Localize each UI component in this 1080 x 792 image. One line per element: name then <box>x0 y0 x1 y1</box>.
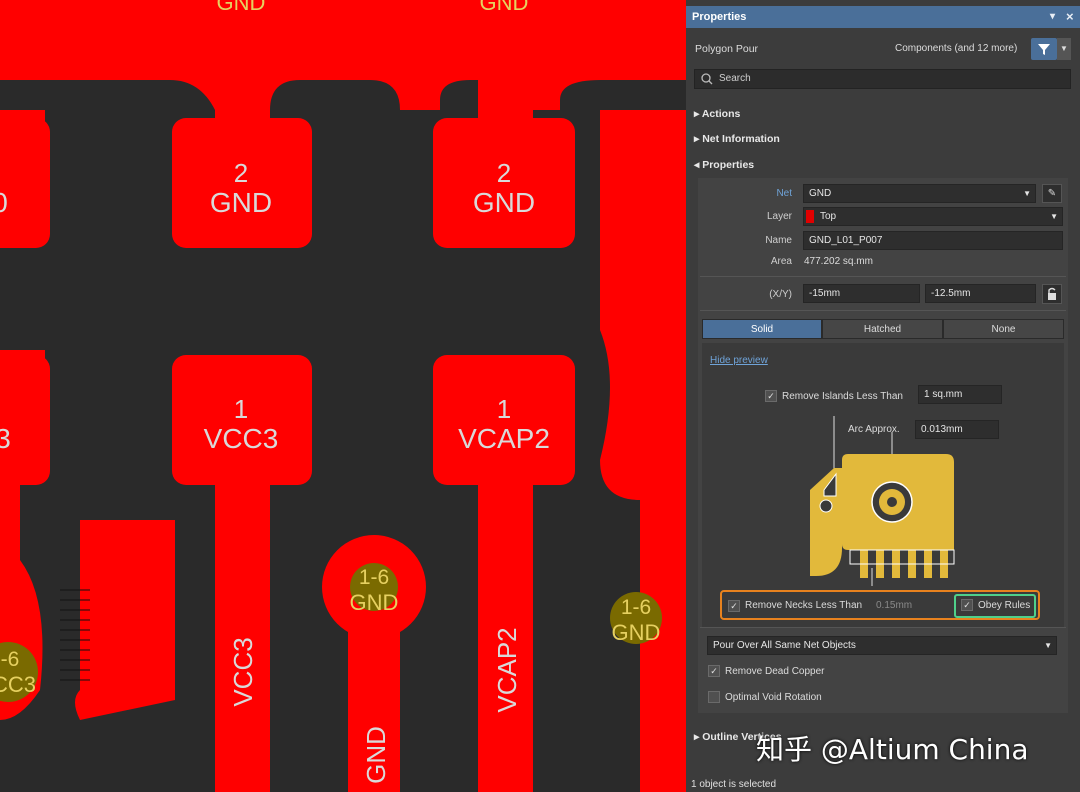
chevron-down-icon: ▼ <box>1050 212 1058 221</box>
area-label: Area <box>770 256 792 267</box>
pour-right-column <box>600 110 686 792</box>
remove-necks-label: Remove Necks Less Than <box>745 600 863 611</box>
remove-islands-field[interactable]: 1 sq.mm <box>918 385 1002 404</box>
layer-select[interactable]: Top ▼ <box>803 207 1063 226</box>
net-select[interactable]: GND ▼ <box>803 184 1036 203</box>
close-icon[interactable]: × <box>1066 6 1074 28</box>
search-placeholder: Search <box>719 73 751 84</box>
funnel-icon <box>1038 44 1050 55</box>
left-edge-label-2: 3 <box>0 423 11 454</box>
optimal-void-rotation-label: Optimal Void Rotation <box>725 692 822 703</box>
chevron-down-icon: ▼ <box>1044 641 1052 650</box>
trace-vcc3[interactable] <box>215 480 270 792</box>
status-text: 1 object is selected <box>691 779 777 790</box>
section-properties[interactable]: ◂ Properties <box>694 159 754 171</box>
search-input[interactable]: Search <box>694 69 1071 89</box>
layer-label: Layer <box>766 211 792 222</box>
pour-over-select[interactable]: Pour Over All Same Net Objects ▼ <box>707 636 1057 655</box>
via-1-net: GND <box>350 590 399 615</box>
fill-mode-solid[interactable]: Solid <box>702 319 822 339</box>
fill-mode-hatched[interactable]: Hatched <box>822 319 943 339</box>
xy-label: (X/Y) <box>769 289 792 300</box>
pad-left-partial-2[interactable] <box>0 355 50 485</box>
section-net-information[interactable]: ▸ Net Information <box>694 133 780 145</box>
area-value: 477.202 sq.mm <box>804 256 873 267</box>
section-properties-label: Properties <box>702 159 755 171</box>
layer-color-swatch <box>806 210 814 223</box>
remove-dead-copper-checkbox[interactable]: ✓ <box>708 665 720 677</box>
section-net-label: Net Information <box>702 133 780 145</box>
x-field[interactable]: -15mm <box>803 284 920 303</box>
obey-rules-checkbox[interactable]: ✓ <box>961 599 973 611</box>
y-field[interactable]: -12.5mm <box>925 284 1036 303</box>
pad-1-number: 2 <box>234 158 248 188</box>
top-pad-label-1: GND <box>217 0 266 15</box>
trace-top-1[interactable] <box>215 80 270 120</box>
search-icon <box>701 73 713 85</box>
remove-necks-field[interactable]: 0.15mm <box>876 600 912 611</box>
fill-mode-none[interactable]: None <box>943 319 1064 339</box>
properties-panel: Properties ▾ × Polygon Pour Components (… <box>686 0 1080 792</box>
hide-preview-link[interactable]: Hide preview <box>710 355 768 366</box>
remove-necks-checkbox[interactable]: ✓ <box>728 600 740 612</box>
pad-3-number: 1 <box>234 394 248 424</box>
divider <box>700 627 1066 628</box>
via-2-net: GND <box>612 620 661 645</box>
left-edge-label-1: 0 <box>0 187 8 218</box>
panel-header: Properties ▾ × <box>686 6 1080 28</box>
watermark: 知乎 @Altium China <box>756 733 1029 766</box>
pin-icon[interactable]: ▾ <box>1050 6 1055 28</box>
name-label: Name <box>765 235 792 246</box>
section-actions-label: Actions <box>701 108 741 120</box>
trace-label-vcap2: VCAP2 <box>492 627 522 712</box>
via-3-number: -6 <box>1 648 20 671</box>
net-value: GND <box>809 188 832 199</box>
pad-3-net: VCC3 <box>204 423 279 454</box>
pcb-canvas[interactable]: GND GND 2 GND 2 GND 1 VCC3 1 VCAP2 0 3 1… <box>0 0 686 792</box>
layer-value: Top <box>820 211 837 222</box>
top-pad-label-2: GND <box>480 0 529 15</box>
remove-islands-checkbox[interactable]: ✓ <box>765 390 777 402</box>
optimal-void-rotation-checkbox[interactable] <box>708 691 720 703</box>
pad-1-net: GND <box>210 187 272 218</box>
pad-left-partial-1[interactable] <box>0 118 50 248</box>
divider <box>700 276 1066 277</box>
trace-top-2[interactable] <box>478 80 533 120</box>
obey-rules-label: Obey Rules <box>978 600 1031 611</box>
divider <box>700 310 1066 311</box>
via-1-number: 1-6 <box>359 566 389 589</box>
pad-4-net: VCAP2 <box>458 423 550 454</box>
panel-title: Properties <box>692 11 747 23</box>
remove-dead-copper-label: Remove Dead Copper <box>725 666 825 677</box>
via-3-net: CC3 <box>0 672 36 697</box>
name-field[interactable]: GND_L01_P007 <box>803 231 1063 250</box>
object-kind: Polygon Pour <box>695 43 759 55</box>
lock-icon[interactable] <box>1042 284 1062 304</box>
chevron-down-icon: ▼ <box>1023 189 1031 198</box>
pour-over-value: Pour Over All Same Net Objects <box>713 640 856 651</box>
pad-2-net: GND <box>473 187 535 218</box>
eyedropper-icon[interactable]: ✎ <box>1042 184 1062 203</box>
trace-label-vcc3: VCC3 <box>228 637 258 706</box>
copper-pour[interactable] <box>0 0 686 792</box>
trace-label-gnd: GND <box>361 726 391 784</box>
filter-dropdown-icon[interactable]: ▼ <box>1057 38 1071 60</box>
pour-top <box>0 0 686 110</box>
pad-2-number: 2 <box>497 158 511 188</box>
via-2-number: 1-6 <box>621 596 651 619</box>
polygon-preview-illustration <box>810 416 955 586</box>
net-label: Net <box>776 188 792 199</box>
filter-button[interactable] <box>1031 38 1057 60</box>
pad-4-number: 1 <box>497 394 511 424</box>
section-actions[interactable]: ▸ Actions <box>694 108 740 120</box>
remove-islands-label: Remove Islands Less Than <box>782 391 903 402</box>
filter-text[interactable]: Components (and 12 more) <box>895 43 1017 54</box>
